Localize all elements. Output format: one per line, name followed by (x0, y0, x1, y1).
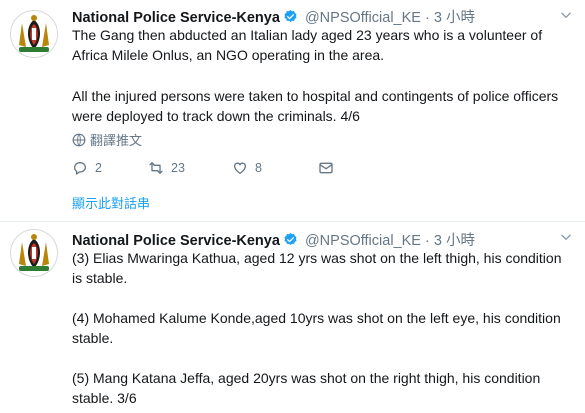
tweet-time[interactable]: 3 小時 (434, 233, 475, 249)
chevron-down-icon[interactable] (559, 230, 573, 244)
direct-message-icon (319, 162, 333, 174)
like-icon (233, 162, 247, 174)
tweet-text: (3) Elias Mwaringa Kathua, aged 12 yrs w… (72, 250, 562, 286)
police-emblem-avatar[interactable] (10, 10, 58, 58)
translate-label: 翻譯推文 (90, 133, 143, 148)
verified-badge-icon (284, 232, 297, 245)
separator: · (424, 10, 430, 26)
like-count: 8 (255, 161, 262, 175)
tweet-header: National Police Service-Kenya @NPSOffici… (72, 229, 475, 250)
tweet-3of6: National Police Service-Kenya @NPSOffici… (0, 222, 585, 413)
tweet-text: (4) Mohamed Kalume Konde,aged 10yrs was … (72, 310, 561, 346)
retweet-icon (149, 162, 163, 174)
retweet-count: 23 (171, 161, 185, 175)
chevron-down-icon[interactable] (559, 8, 573, 22)
reply-icon (74, 162, 86, 175)
separator: · (424, 233, 430, 249)
show-thread-link[interactable]: 顯示此對話串 (72, 193, 150, 212)
author-name[interactable]: National Police Service-Kenya (72, 10, 280, 26)
globe-icon (72, 133, 86, 146)
police-emblem-avatar[interactable] (10, 229, 58, 277)
translate-tweet-link[interactable]: 翻譯推文 (72, 130, 142, 149)
like-button[interactable]: 8 (232, 160, 262, 176)
verified-badge-icon (284, 9, 297, 22)
retweet-button[interactable]: 23 (148, 160, 185, 176)
author-handle[interactable]: @NPSOfficial_KE (305, 233, 421, 249)
tweet-header: National Police Service-Kenya @NPSOffici… (72, 6, 475, 27)
author-name[interactable]: National Police Service-Kenya (72, 233, 280, 249)
tweet-time[interactable]: 3 小時 (434, 10, 475, 26)
tweet-text: (5) Mang Katana Jeffa, aged 20yrs was sh… (72, 370, 541, 406)
tweet-text: All the injured persons were taken to ho… (72, 88, 559, 124)
reply-count: 2 (95, 161, 102, 175)
reply-button[interactable]: 2 (72, 160, 102, 176)
direct-message-button[interactable] (318, 160, 334, 176)
author-handle[interactable]: @NPSOfficial_KE (305, 10, 421, 26)
tweet-text: The Gang then abducted an Italian lady a… (72, 27, 543, 63)
tweet-4of6: National Police Service-Kenya @NPSOffici… (0, 0, 585, 222)
